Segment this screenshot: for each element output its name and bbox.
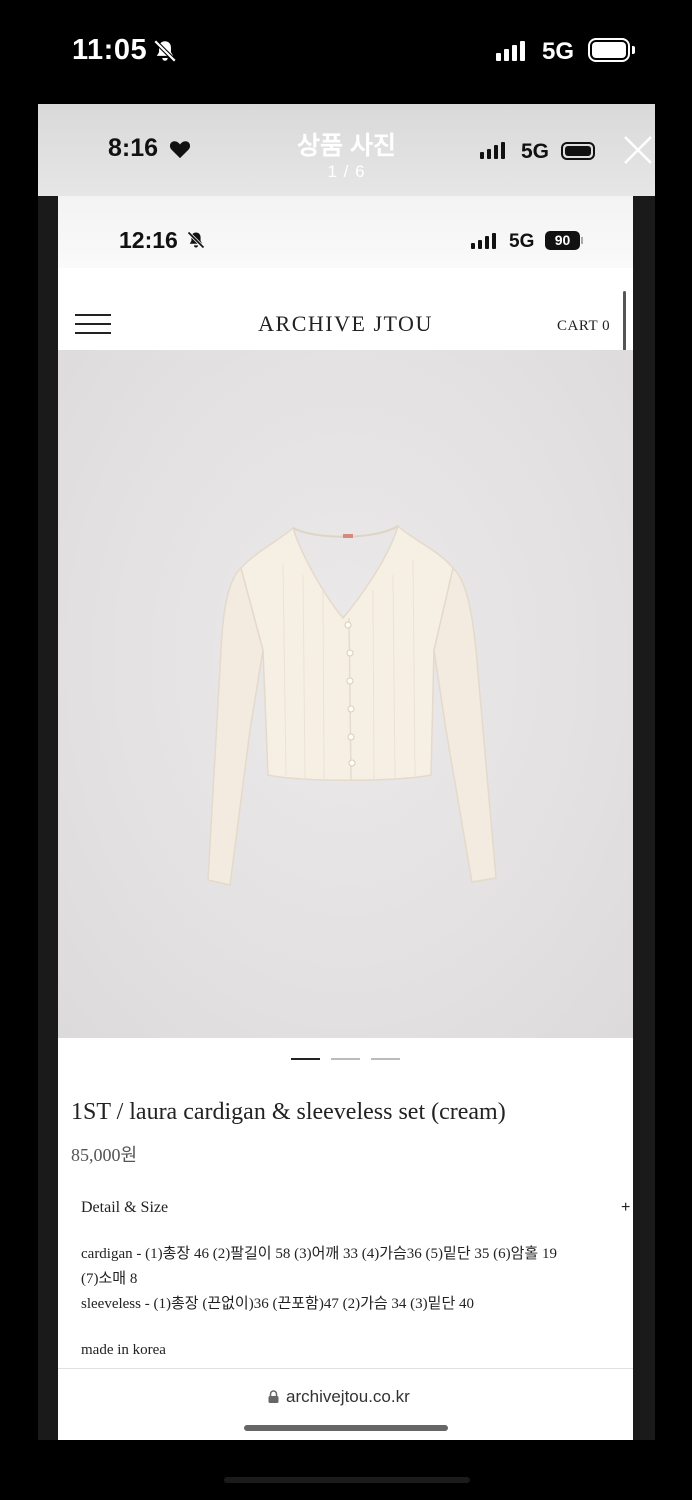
detail-line: (7)소매 8 — [81, 1271, 138, 1287]
cellular-signal-icon — [471, 233, 496, 249]
outer-network-label: 5G — [542, 38, 575, 65]
outer-status-time: 11:05 — [72, 34, 148, 66]
bell-slash-icon — [153, 39, 177, 63]
origin-text: made in korea — [81, 1342, 166, 1358]
outer-status-bar: 11:05 5G — [0, 0, 692, 104]
battery-icon — [588, 38, 630, 62]
url-text[interactable]: archivejtou.co.kr — [286, 1387, 410, 1407]
bell-slash-icon — [187, 231, 205, 249]
photo-counter: 1 / 6 — [327, 162, 366, 181]
battery-tip — [581, 237, 583, 244]
close-icon[interactable] — [622, 134, 654, 166]
home-indicator — [244, 1425, 448, 1431]
site-header: ARCHIVE JTOU CART 0 — [58, 268, 633, 350]
product-price: 85,000원 — [71, 1145, 138, 1165]
carousel-dot[interactable] — [371, 1058, 400, 1060]
inner-status-bar: 12:16 5G 90 — [58, 196, 633, 268]
battery-tip — [632, 46, 635, 54]
scrollbar — [623, 291, 626, 351]
carousel-dot[interactable] — [331, 1058, 360, 1060]
cardigan-illustration — [207, 524, 497, 886]
inner-network-label: 5G — [509, 231, 535, 252]
battery-icon — [561, 142, 595, 160]
image-carousel-indicator — [58, 1058, 633, 1064]
details-heading[interactable]: Detail & Size — [81, 1199, 168, 1217]
home-indicator — [224, 1477, 470, 1483]
detail-line: cardigan - (1)총장 46 (2)팔길이 58 (3)어깨 33 (… — [81, 1246, 557, 1262]
browser-address-bar[interactable]: archivejtou.co.kr — [58, 1368, 633, 1440]
expand-icon[interactable]: + — [621, 1199, 630, 1217]
carousel-dot[interactable] — [291, 1058, 320, 1060]
product-screenshot: 12:16 5G 90 ARCHIVE JTOU CART 0 1ST / la… — [58, 196, 633, 1440]
product-title: 1ST / laura cardigan & sleeveless set (c… — [71, 1099, 506, 1125]
photo-viewer: 8:16 상품 사진 1 / 6 5G 12:16 5G 90 ARCHIVE … — [38, 104, 655, 1440]
detail-line: sleeveless - (1)총장 (끈없이)36 (끈포함)47 (2)가슴… — [81, 1296, 475, 1312]
product-image[interactable] — [58, 350, 633, 1038]
battery-level-badge: 90 — [545, 231, 580, 250]
cellular-signal-icon — [480, 142, 505, 159]
viewer-network-label: 5G — [521, 140, 550, 163]
viewer-header: 8:16 상품 사진 1 / 6 5G — [38, 104, 655, 196]
inner-status-time: 12:16 — [119, 227, 178, 253]
cellular-signal-icon — [496, 41, 525, 61]
lock-icon — [268, 1390, 279, 1403]
cart-link[interactable]: CART 0 — [557, 318, 610, 335]
brand-logo[interactable]: ARCHIVE JTOU — [58, 311, 633, 337]
